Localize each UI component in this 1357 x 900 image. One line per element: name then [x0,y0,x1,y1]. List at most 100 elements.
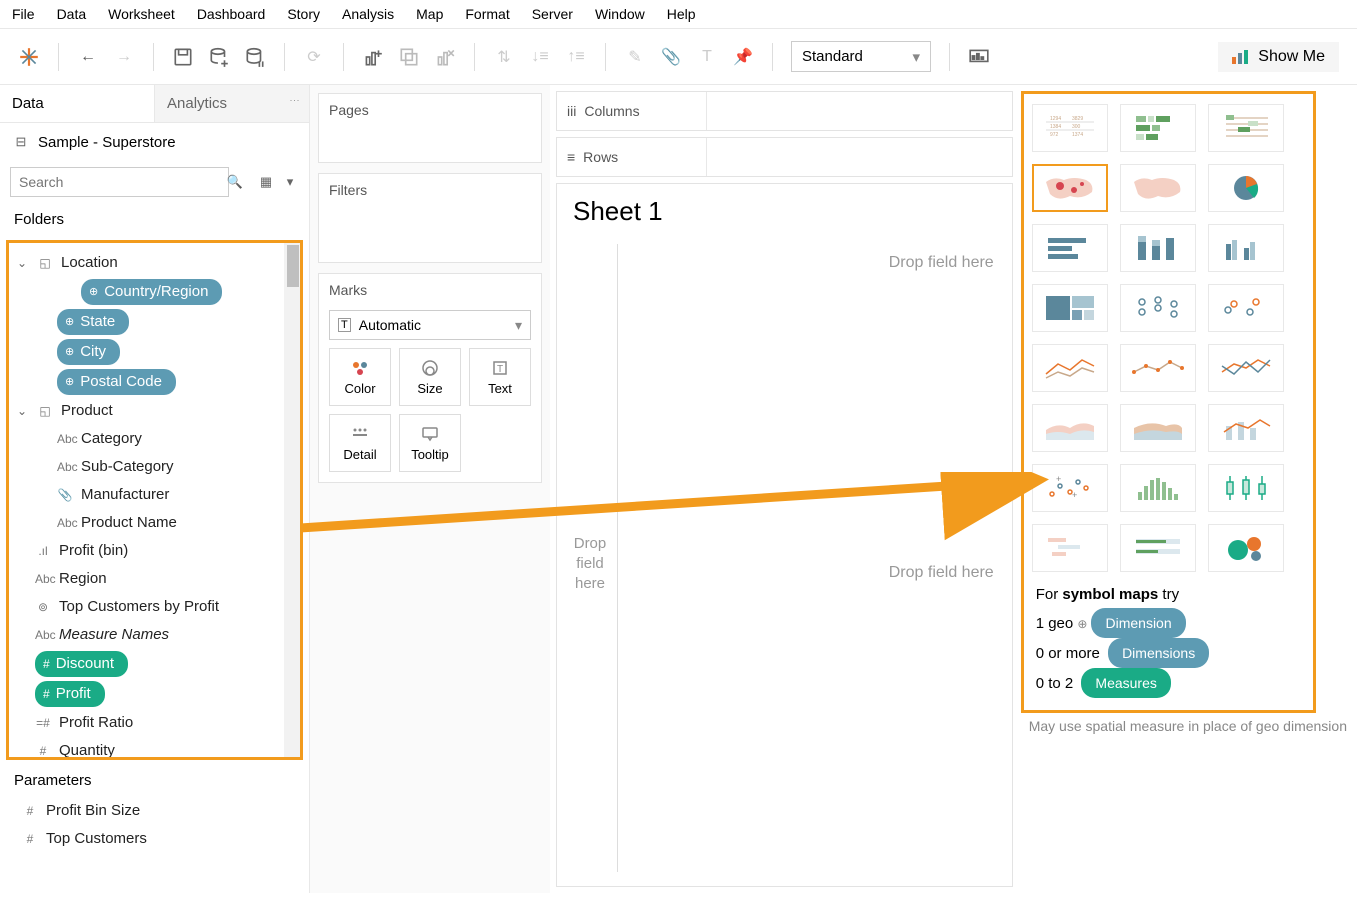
viz-symbol-map[interactable] [1032,164,1108,212]
viz-stacked-bar[interactable] [1120,224,1196,272]
viz-treemap[interactable] [1032,284,1108,332]
field-sub-category[interactable]: AbcSub-Category [13,453,296,481]
rows-shelf[interactable]: ≡Rows [556,137,1013,177]
field-discount[interactable]: #Discount [13,649,296,679]
field-profit-ratio[interactable]: =#Profit Ratio [13,709,296,737]
field-profit-bin[interactable]: .ılProfit (bin) [13,537,296,565]
show-me-panel: 1294382913843009721374 ++ [1021,91,1316,713]
fit-select[interactable]: Standard [791,41,931,72]
drop-target-left[interactable]: Dropfieldhere [565,534,615,594]
viz-line-disc[interactable] [1120,344,1196,392]
pages-shelf[interactable]: Pages [318,93,542,163]
viz-scatter[interactable]: ++ [1032,464,1108,512]
sort-asc-icon[interactable]: ↓≡ [529,46,551,68]
viz-circle-views[interactable] [1120,284,1196,332]
folder-product[interactable]: ⌄◱Product [13,397,296,425]
view-toggle-icon[interactable]: ▦ [257,173,275,191]
logo-icon[interactable] [18,46,40,68]
dropdown-icon[interactable]: ▾ [281,173,299,191]
field-region[interactable]: AbcRegion [13,565,296,593]
duplicate-icon[interactable] [398,46,420,68]
drop-target-top[interactable]: Drop field here [889,254,994,272]
tab-analytics[interactable]: Analytics [154,85,309,123]
datasource-name[interactable]: ⊟ Sample - Superstore [0,123,309,161]
mark-text[interactable]: TText [469,348,531,406]
mark-tooltip[interactable]: Tooltip [399,414,461,472]
mark-color[interactable]: Color [329,348,391,406]
pin-icon[interactable]: 📌 [732,46,754,68]
param-profit-bin-size[interactable]: #Profit Bin Size [0,797,309,825]
presentation-icon[interactable] [968,46,990,68]
save-icon[interactable] [172,46,194,68]
svg-text:+: + [1056,474,1061,484]
sort-desc-icon[interactable]: ↑≡ [565,46,587,68]
viz-heat-map[interactable] [1120,104,1196,152]
field-quantity[interactable]: #Quantity [13,737,296,760]
mark-size[interactable]: Size [399,348,461,406]
mark-detail[interactable]: Detail [329,414,391,472]
menu-worksheet[interactable]: Worksheet [108,6,175,22]
folder-location[interactable]: ⌄◱Location [13,249,296,277]
totals-icon[interactable]: T [696,46,718,68]
viz-gantt[interactable] [1032,524,1108,572]
forward-icon[interactable]: → [113,46,135,68]
highlight-icon[interactable]: ✎ [624,46,646,68]
param-top-customers[interactable]: #Top Customers [0,825,309,853]
viz-dual-combo[interactable] [1208,404,1284,452]
viz-text-table[interactable]: 1294382913843009721374 [1032,104,1108,152]
show-me-button[interactable]: Show Me [1218,42,1339,72]
tab-data[interactable]: Data [0,85,154,123]
search-input[interactable] [10,167,229,197]
viz-area-disc[interactable] [1120,404,1196,452]
field-category[interactable]: AbcCategory [13,425,296,453]
field-product-name[interactable]: AbcProduct Name [13,509,296,537]
viz-side-circles[interactable] [1208,284,1284,332]
pause-data-icon[interactable] [244,46,266,68]
viz-bullet[interactable] [1120,524,1196,572]
field-manufacturer[interactable]: 📎Manufacturer [13,481,296,509]
field-country-region[interactable]: ⊕⊕Country/Region [13,277,296,307]
field-top-customers[interactable]: ⊚Top Customers by Profit [13,593,296,621]
viz-side-bar[interactable] [1208,224,1284,272]
field-city[interactable]: ⊕City [13,337,296,367]
field-postal-code[interactable]: ⊕Postal Code [13,367,296,397]
filters-shelf[interactable]: Filters [318,173,542,263]
columns-shelf[interactable]: iiiColumns [556,91,1013,131]
viz-hbar[interactable] [1032,224,1108,272]
field-measure-names[interactable]: AbcMeasure Names [13,621,296,649]
sheet-title[interactable]: Sheet 1 [557,184,1012,239]
menu-format[interactable]: Format [465,6,509,22]
group-icon[interactable]: 📎 [660,46,682,68]
menu-window[interactable]: Window [595,6,645,22]
drop-target-main[interactable]: Drop field here [889,564,994,582]
new-datasource-icon[interactable] [208,46,230,68]
viz-area-cont[interactable] [1032,404,1108,452]
viz-box-plot[interactable] [1208,464,1284,512]
menu-server[interactable]: Server [532,6,573,22]
worksheet-area: iiiColumns ≡Rows Sheet 1 Drop field here… [550,85,1019,893]
mark-type-select[interactable]: TAutomatic [329,310,531,340]
field-state[interactable]: ⊕State [13,307,296,337]
refresh-icon[interactable]: ⟳ [303,46,325,68]
field-profit[interactable]: #Profit [13,679,296,709]
menu-analysis[interactable]: Analysis [342,6,394,22]
view[interactable]: Sheet 1 Drop field here Drop field here … [556,183,1013,887]
menu-help[interactable]: Help [667,6,696,22]
scrollbar[interactable] [284,243,302,757]
menu-map[interactable]: Map [416,6,443,22]
viz-packed-bubbles[interactable] [1208,524,1284,572]
menu-data[interactable]: Data [57,6,87,22]
clear-icon[interactable] [434,46,456,68]
viz-line-cont[interactable] [1032,344,1108,392]
menu-story[interactable]: Story [287,6,320,22]
new-worksheet-icon[interactable] [362,46,384,68]
menu-dashboard[interactable]: Dashboard [197,6,266,22]
viz-filled-map[interactable] [1120,164,1196,212]
menu-file[interactable]: File [12,6,35,22]
swap-icon[interactable]: ⇅ [493,46,515,68]
viz-histogram[interactable] [1120,464,1196,512]
back-icon[interactable]: ← [77,46,99,68]
viz-pie[interactable] [1208,164,1284,212]
viz-highlight-table[interactable] [1208,104,1284,152]
viz-dual-line[interactable] [1208,344,1284,392]
